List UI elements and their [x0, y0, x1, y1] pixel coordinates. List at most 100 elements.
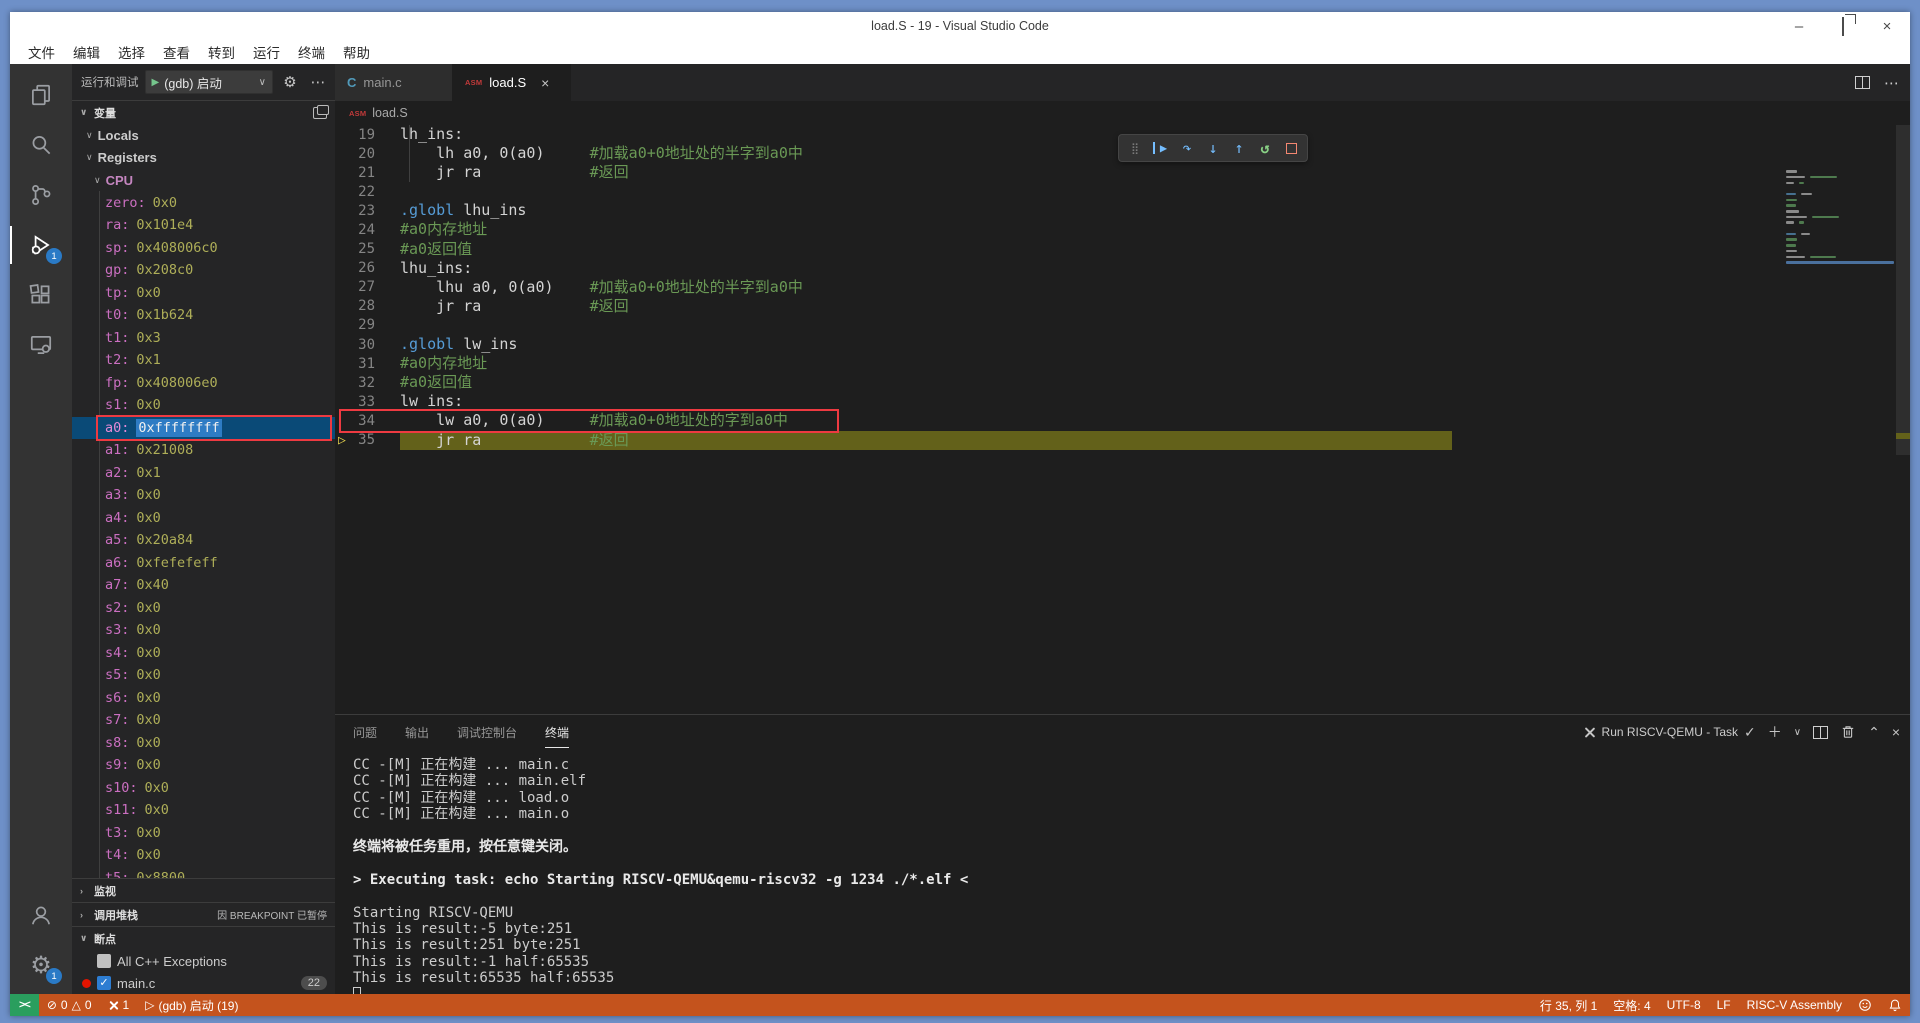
panel-tab-0[interactable]: 问题	[353, 716, 377, 748]
register-row-s8[interactable]: s80x0	[72, 732, 335, 755]
register-row-t4[interactable]: t40x0	[72, 844, 335, 867]
register-row-zero[interactable]: zero0x0	[72, 192, 335, 215]
encoding-status[interactable]: UTF-8	[1659, 994, 1709, 1016]
menu-item-1[interactable]: 编辑	[64, 42, 109, 62]
register-row-a5[interactable]: a50x20a84	[72, 529, 335, 552]
register-row-s6[interactable]: s60x0	[72, 687, 335, 710]
more-actions-icon[interactable]: ⋯	[307, 73, 329, 91]
breadcrumb[interactable]: ASM load.S	[335, 101, 1910, 125]
close-icon[interactable]: ×	[1878, 19, 1896, 34]
code-line-29[interactable]: 29	[335, 316, 1910, 335]
panel-tab-1[interactable]: 输出	[405, 716, 429, 748]
activity-bar-remote-explorer[interactable]	[10, 320, 72, 370]
register-row-a2[interactable]: a20x1	[72, 462, 335, 485]
code-line-23[interactable]: 23.globl lhu_ins	[335, 201, 1910, 220]
running-tasks-status[interactable]: 1	[100, 994, 138, 1016]
editor-gutter[interactable]: 27	[335, 278, 400, 297]
notifications-button[interactable]	[1880, 994, 1910, 1016]
register-row-a3[interactable]: a30x0	[72, 484, 335, 507]
editor-scrollbar[interactable]	[1896, 125, 1910, 455]
register-row-t5[interactable]: t50x8800	[72, 867, 335, 879]
chevron-down-icon[interactable]: ∨	[1794, 727, 1801, 738]
callstack-section-header[interactable]: › 调用堆栈 因 BREAKPOINT 已暂停	[72, 902, 335, 926]
start-debug-play-icon[interactable]: ▶	[152, 77, 160, 88]
gear-icon[interactable]: ⚙	[279, 73, 301, 91]
activity-bar-account[interactable]	[10, 890, 72, 940]
kill-terminal-trash-icon[interactable]	[1840, 724, 1856, 740]
debug-stop-button[interactable]	[1279, 136, 1303, 160]
register-row-ra[interactable]: ra0x101e4	[72, 214, 335, 237]
debug-session-status[interactable]: ▷ (gdb) 启动 (19)	[137, 994, 246, 1016]
new-terminal-icon[interactable]: ＋	[1768, 722, 1782, 742]
menu-item-7[interactable]: 帮助	[334, 42, 379, 62]
code-line-27[interactable]: 27 lhu a0, 0(a0) #加载a0+0地址处的半字到a0中	[335, 278, 1910, 297]
code-line-28[interactable]: 28 jr ra #返回	[335, 297, 1910, 316]
remote-indicator[interactable]: ><	[10, 994, 39, 1016]
register-row-sp[interactable]: sp0x408006c0	[72, 237, 335, 260]
activity-bar-run-and-debug[interactable]: 1	[10, 220, 72, 270]
editor-gutter[interactable]: 24	[335, 220, 400, 239]
split-terminal-icon[interactable]	[1813, 726, 1828, 739]
editor-gutter[interactable]: 23	[335, 201, 400, 220]
breakpoint-checkbox[interactable]	[97, 954, 111, 968]
register-row-gp[interactable]: gp0x208c0	[72, 259, 335, 282]
variables-section-header[interactable]: ∨ 变量	[72, 100, 335, 124]
watch-section-header[interactable]: › 监视	[72, 878, 335, 902]
problems-status[interactable]: ⊘ 0 △ 0	[39, 994, 100, 1016]
register-row-a4[interactable]: a40x0	[72, 507, 335, 530]
code-line-22[interactable]: 22	[335, 182, 1910, 201]
indentation-status[interactable]: 空格: 4	[1605, 994, 1658, 1016]
register-row-t1[interactable]: t10x3	[72, 327, 335, 350]
register-row-s7[interactable]: s70x0	[72, 709, 335, 732]
breakpoints-section-header[interactable]: ∨ 断点	[72, 926, 335, 950]
debug-step-over-button[interactable]: ↷	[1175, 136, 1199, 160]
menu-item-6[interactable]: 终端	[289, 42, 334, 62]
register-row-a6[interactable]: a60xfefefeff	[72, 552, 335, 575]
language-mode-status[interactable]: RISC-V Assembly	[1739, 994, 1850, 1016]
breakpoint-checkbox[interactable]: ✓	[97, 976, 111, 990]
register-row-s1[interactable]: s10x0	[72, 394, 335, 417]
minimap[interactable]	[1786, 167, 1894, 267]
code-line-26[interactable]: 26lhu_ins:	[335, 259, 1910, 278]
close-tab-icon[interactable]: ×	[541, 75, 549, 91]
debug-restart-button[interactable]: ↺	[1253, 136, 1277, 160]
editor-gutter[interactable]: 20	[335, 144, 400, 163]
register-row-a1[interactable]: a10x21008	[72, 439, 335, 462]
activity-bar-explorer[interactable]	[10, 70, 72, 120]
editor-gutter[interactable]: 33	[335, 392, 400, 411]
terminal-task-selector[interactable]: Run RISCV-QEMU - Task ✓	[1583, 724, 1756, 741]
maximize-panel-icon[interactable]: ⌃	[1868, 724, 1880, 741]
open-view-icon[interactable]	[313, 107, 327, 119]
maximize-icon[interactable]	[1834, 19, 1852, 34]
editor-gutter[interactable]: 31	[335, 354, 400, 373]
register-row-s11[interactable]: s110x0	[72, 799, 335, 822]
more-actions-icon[interactable]: ⋯	[1884, 74, 1900, 92]
register-row-s10[interactable]: s100x0	[72, 777, 335, 800]
register-row-a7[interactable]: a70x40	[72, 574, 335, 597]
editor-gutter[interactable]: 32	[335, 373, 400, 392]
editor-gutter[interactable]: 25	[335, 240, 400, 259]
split-editor-icon[interactable]	[1855, 76, 1870, 89]
code-line-31[interactable]: 31#a0内存地址	[335, 354, 1910, 373]
menu-item-3[interactable]: 查看	[154, 42, 199, 62]
eol-status[interactable]: LF	[1709, 994, 1739, 1016]
panel-tab-3[interactable]: 终端	[545, 716, 569, 748]
register-row-s3[interactable]: s30x0	[72, 619, 335, 642]
register-row-s5[interactable]: s50x0	[72, 664, 335, 687]
register-row-t0[interactable]: t00x1b624	[72, 304, 335, 327]
tab-main-c[interactable]: Cmain.c	[335, 64, 453, 101]
close-panel-icon[interactable]: ×	[1892, 724, 1900, 740]
activity-bar-extensions[interactable]	[10, 270, 72, 320]
cursor-position-status[interactable]: 行 35, 列 1	[1532, 994, 1605, 1016]
menu-item-4[interactable]: 转到	[199, 42, 244, 62]
minimize-icon[interactable]: –	[1790, 19, 1808, 34]
debug-drag-handle[interactable]: ⣿	[1123, 136, 1147, 160]
launch-config-select[interactable]: ▶ (gdb) 启动 ∨	[145, 70, 274, 94]
editor-gutter[interactable]: 21	[335, 163, 400, 182]
register-row-s9[interactable]: s90x0	[72, 754, 335, 777]
code-line-33[interactable]: 33lw_ins:	[335, 392, 1910, 411]
editor-gutter[interactable]: 22	[335, 182, 400, 201]
tab-load-S[interactable]: ASMload.S×	[453, 64, 571, 101]
code-line-30[interactable]: 30.globl lw_ins	[335, 335, 1910, 354]
debug-step-out-button[interactable]: ↑	[1227, 136, 1251, 160]
